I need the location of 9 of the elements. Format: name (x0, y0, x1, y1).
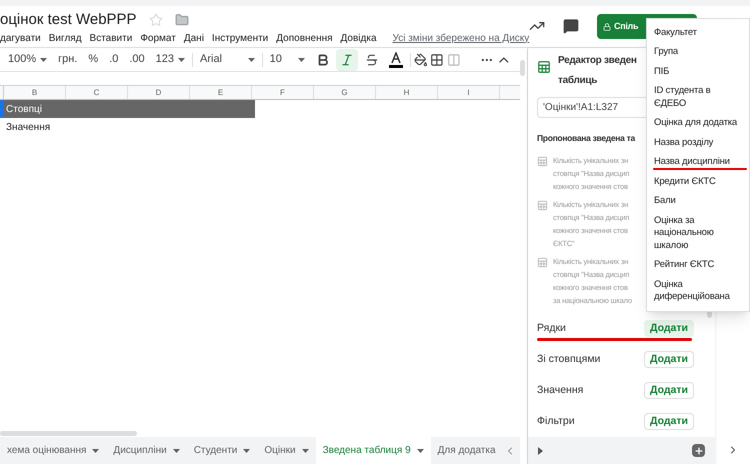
section-label: Рядки (537, 320, 566, 336)
section-label: Зі стовпцями (537, 352, 600, 367)
table-cell: Стовпці (3, 100, 255, 118)
panel-title: Редактор зведен (558, 54, 637, 68)
table-cell-text: Значення (5, 120, 52, 134)
section-label: Значення (537, 382, 584, 398)
section-label: Фільтри (537, 414, 575, 429)
section-heading: Пропонована зведена та (537, 132, 635, 145)
panel-title: таблиць (558, 74, 598, 88)
